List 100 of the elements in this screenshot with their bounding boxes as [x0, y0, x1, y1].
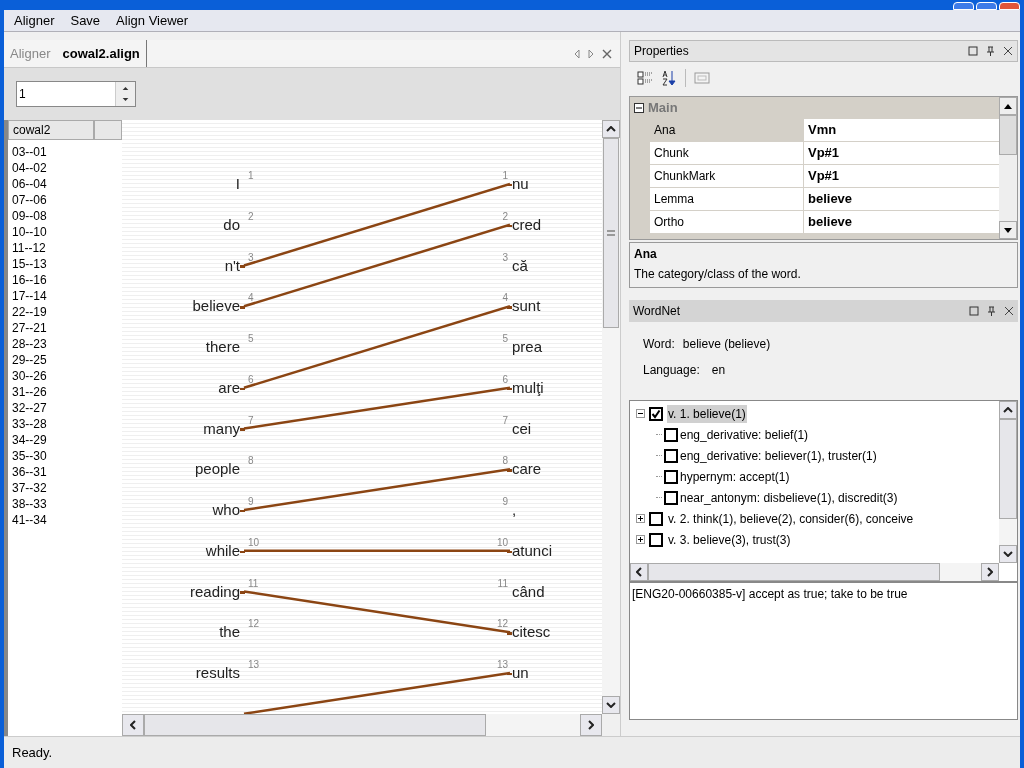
source-word[interactable]: people	[194, 460, 245, 479]
pin-icon[interactable]	[987, 305, 996, 317]
target-word[interactable]: ,	[507, 501, 517, 519]
property-value[interactable]: Vmn	[804, 119, 999, 141]
scroll-left-icon[interactable]	[636, 567, 642, 577]
window-icon[interactable]	[969, 306, 979, 316]
categorized-icon[interactable]	[637, 70, 653, 86]
property-name[interactable]: ChunkMark	[650, 165, 804, 187]
expand-icon[interactable]	[636, 514, 645, 523]
list-item[interactable]: 15--13	[12, 256, 122, 272]
list-item[interactable]: 33--28	[12, 416, 122, 432]
list-item[interactable]: 41--34	[12, 512, 122, 528]
pin-icon[interactable]	[986, 45, 995, 57]
target-word[interactable]: care	[507, 460, 542, 479]
list-item[interactable]: 30--26	[12, 368, 122, 384]
source-word[interactable]: n't	[224, 256, 245, 275]
checkbox[interactable]	[649, 532, 663, 547]
target-word[interactable]: sunt	[507, 297, 541, 316]
alignment-line[interactable]	[243, 386, 511, 430]
scroll-down-icon[interactable]	[606, 702, 616, 708]
source-word[interactable]: are	[218, 378, 245, 397]
list-item[interactable]: 38--33	[12, 496, 122, 512]
checkbox[interactable]	[649, 406, 663, 421]
tree-item[interactable]: v. 3. believe(3), trust(3)	[667, 530, 792, 549]
alignment-line[interactable]	[243, 223, 511, 308]
source-word[interactable]: who	[212, 501, 245, 519]
horizontal-scrollbar[interactable]	[122, 714, 602, 736]
menu-item[interactable]: Aligner	[12, 10, 57, 31]
scroll-down-icon[interactable]	[1004, 227, 1012, 233]
target-word[interactable]: când	[507, 582, 545, 601]
target-word[interactable]: că	[507, 256, 528, 275]
scroll-up-icon[interactable]	[606, 126, 616, 132]
vertical-scrollbar[interactable]	[999, 401, 1017, 563]
tree-item[interactable]: near_antonym: disbelieve(1), discredit(3)	[680, 488, 898, 507]
target-word[interactable]: prea	[507, 338, 543, 356]
source-word[interactable]: reading	[189, 582, 245, 601]
column-header[interactable]: cowal2	[8, 120, 94, 140]
source-word[interactable]: the	[219, 623, 245, 642]
target-word[interactable]: citesc	[507, 623, 551, 642]
vertical-scrollbar[interactable]	[602, 120, 620, 714]
alignment-line[interactable]	[243, 182, 511, 267]
property-name[interactable]: Lemma	[650, 188, 804, 210]
menu-item[interactable]: Align Viewer	[114, 10, 191, 31]
list-item[interactable]: 31--26	[12, 384, 122, 400]
tree-item[interactable]: hypernym: accept(1)	[680, 467, 790, 486]
list-item[interactable]: 27--21	[12, 320, 122, 336]
list-item[interactable]: 17--14	[12, 288, 122, 304]
list-item[interactable]: 22--19	[12, 304, 122, 320]
alignment-line[interactable]	[243, 671, 511, 714]
tree-item[interactable]: v. 2. think(1), believe(2), consider(6), conceive	[667, 509, 915, 528]
checkbox[interactable]	[664, 469, 678, 484]
source-word[interactable]: do	[223, 215, 245, 234]
property-value[interactable]: Vp#1	[804, 165, 999, 187]
target-word[interactable]: mulţi	[507, 378, 544, 397]
checkbox[interactable]	[664, 427, 678, 442]
list-item[interactable]: 35--30	[12, 448, 122, 464]
target-word[interactable]: cei	[507, 419, 532, 438]
horizontal-scrollbar[interactable]	[630, 563, 999, 581]
collapse-icon[interactable]	[636, 409, 645, 418]
source-word[interactable]: I	[235, 175, 245, 193]
target-word[interactable]: cred	[507, 215, 542, 234]
source-word[interactable]: while	[205, 541, 245, 560]
property-name[interactable]: Ortho	[650, 211, 804, 233]
property-value[interactable]: believe	[804, 211, 999, 233]
alignment-line[interactable]	[244, 549, 510, 552]
alignment-line[interactable]	[243, 468, 511, 512]
property-name[interactable]: Chunk	[650, 142, 804, 164]
sort-alphabetical-icon[interactable]	[661, 70, 677, 86]
target-word[interactable]: atunci	[507, 541, 553, 560]
collapse-icon[interactable]	[634, 103, 644, 113]
close-icon[interactable]	[602, 49, 612, 59]
list-item[interactable]: 34--29	[12, 432, 122, 448]
list-item[interactable]: 07--06	[12, 192, 122, 208]
scroll-up-icon[interactable]	[1003, 407, 1013, 413]
target-word[interactable]: nu	[507, 175, 529, 193]
close-icon[interactable]	[1003, 46, 1013, 56]
alignment-line[interactable]	[243, 305, 511, 389]
vertical-scrollbar[interactable]	[999, 97, 1017, 239]
property-value[interactable]: Vp#1	[804, 142, 999, 164]
alignment-line[interactable]	[243, 590, 511, 634]
scroll-up-icon[interactable]	[1004, 103, 1012, 109]
list-item[interactable]: 37--32	[12, 480, 122, 496]
list-item[interactable]: 36--31	[12, 464, 122, 480]
menu-item[interactable]: Save	[68, 10, 103, 31]
list-item[interactable]: 03--01	[12, 144, 122, 160]
close-icon[interactable]	[1004, 306, 1014, 316]
list-item[interactable]: 04--02	[12, 160, 122, 176]
list-item[interactable]: 11--12	[12, 240, 122, 256]
property-value[interactable]: believe	[804, 188, 999, 210]
list-item[interactable]: 10--10	[12, 224, 122, 240]
list-item[interactable]: 29--25	[12, 352, 122, 368]
spin-field[interactable]: 1	[16, 81, 136, 107]
list-item[interactable]: 06--04	[12, 176, 122, 192]
list-item[interactable]: 28--23	[12, 336, 122, 352]
source-word[interactable]: believe	[192, 297, 245, 316]
source-word[interactable]: many	[203, 419, 245, 438]
checkbox[interactable]	[664, 490, 678, 505]
window-icon[interactable]	[968, 46, 978, 56]
list-item[interactable]: 16--16	[12, 272, 122, 288]
tree-item[interactable]: eng_derivative: believer(1), truster(1)	[680, 446, 877, 465]
